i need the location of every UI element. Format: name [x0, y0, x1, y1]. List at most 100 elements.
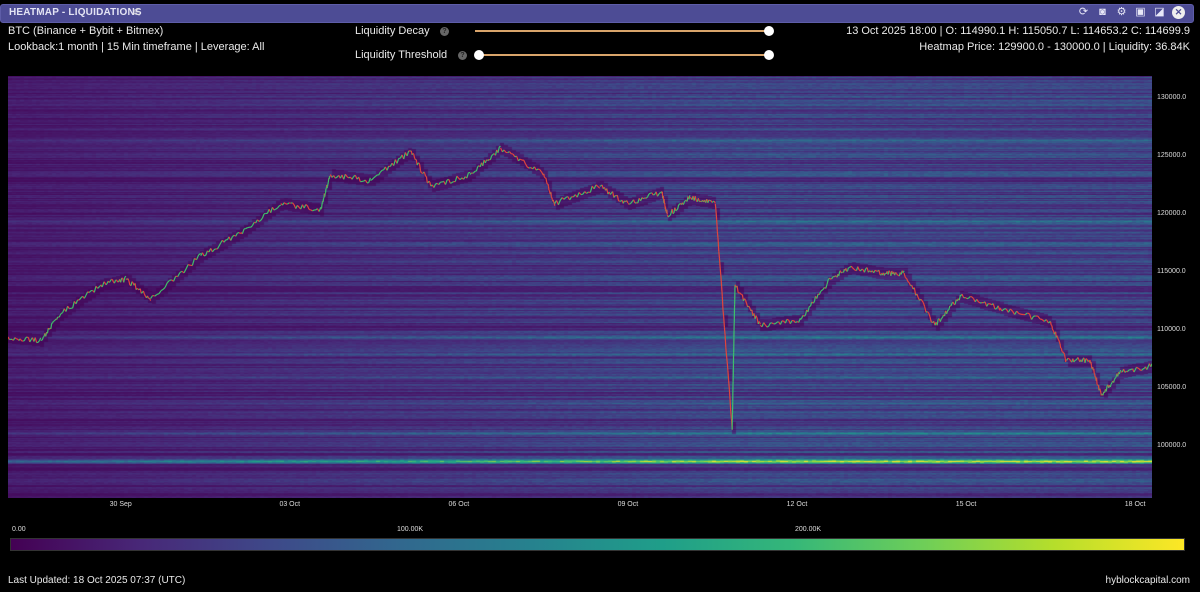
price-candle-segment: [1113, 379, 1116, 383]
help-icon[interactable]: ?: [440, 27, 449, 36]
save-icon[interactable]: ▣: [1134, 6, 1147, 19]
price-candle-segment: [1031, 315, 1035, 320]
price-candle-segment: [821, 288, 824, 291]
price-candle-segment: [1059, 343, 1062, 349]
price-candle-segment: [595, 184, 599, 187]
price-candle-segment: [857, 266, 860, 271]
price-candle-segment: [539, 169, 543, 173]
price-candle-segment: [1085, 358, 1088, 360]
price-candle-segment: [1016, 310, 1020, 314]
price-candle-segment: [213, 248, 217, 251]
price-candle-segment: [260, 217, 263, 221]
price-candle-segment: [160, 288, 164, 292]
price-candle-segment: [913, 287, 917, 296]
price-candle-segment: [725, 355, 728, 363]
price-candle-segment: [406, 150, 410, 157]
price-candle-segment: [1018, 313, 1022, 315]
price-candle-segment: [396, 158, 400, 164]
price-candle-segment: [651, 192, 654, 196]
camera-icon[interactable]: ◙: [1096, 6, 1109, 19]
price-candle-segment: [458, 177, 461, 181]
price-candle-segment: [83, 294, 87, 299]
price-candle-segment: [812, 301, 815, 304]
heatmap-plot[interactable]: [8, 76, 1152, 498]
liquidity-threshold-slider[interactable]: [474, 50, 774, 60]
price-candle-segment: [715, 210, 718, 220]
price-candle-segment: [196, 254, 200, 260]
price-candle-segment: [771, 322, 774, 325]
price-candle-segment: [966, 297, 969, 300]
refresh-icon[interactable]: ⟳: [1077, 6, 1090, 19]
y-tick-label: 130000.0: [1157, 94, 1187, 102]
price-candle-segment: [454, 175, 458, 182]
brand-link[interactable]: hyblockcapital.com: [1106, 575, 1190, 586]
price-candle-segment: [878, 269, 881, 276]
price-candle-segment: [739, 292, 742, 295]
price-candle-segment: [1109, 383, 1112, 388]
price-candle-segment: [1077, 357, 1080, 360]
price-candle-segment: [561, 197, 565, 200]
price-candle-segment: [668, 214, 671, 217]
price-candle-segment: [127, 278, 130, 281]
expand-icon[interactable]: ◪: [1153, 6, 1166, 19]
price-candle-segment: [986, 303, 989, 307]
price-candle-segment: [895, 272, 897, 274]
liquidity-decay-slider[interactable]: [475, 26, 774, 36]
price-candle-segment: [512, 153, 516, 158]
price-candle-segment: [671, 208, 674, 214]
price-candle-segment: [97, 286, 100, 289]
price-candle-segment: [525, 163, 528, 168]
slider-handle-min[interactable]: [474, 50, 484, 60]
price-candle-segment: [714, 203, 717, 211]
price-candle-segment: [466, 172, 470, 179]
price-candle-segment: [162, 286, 166, 290]
price-candle-segment: [306, 205, 310, 210]
price-candle-segment: [173, 276, 177, 282]
price-candle-segment: [34, 337, 38, 343]
price-candle-segment: [720, 286, 723, 297]
price-candle-segment: [358, 176, 361, 182]
price-candle-segment: [1037, 315, 1041, 320]
close-icon[interactable]: ✕: [1172, 6, 1185, 19]
price-candle-segment: [232, 234, 235, 238]
price-candle-segment: [205, 250, 208, 256]
price-candle-segment: [1063, 354, 1066, 359]
slider-handle-max[interactable]: [764, 50, 774, 60]
price-candle-segment: [241, 228, 245, 234]
colorbar: [10, 538, 1185, 551]
filter-icon[interactable]: ⚟: [132, 6, 142, 19]
price-candle-segment: [798, 317, 801, 323]
price-candle-segment: [820, 289, 823, 292]
price-candle-segment: [287, 202, 290, 205]
price-candle-segment: [722, 310, 725, 317]
price-candle-segment: [56, 316, 59, 320]
slider-handle[interactable]: [764, 26, 774, 36]
price-candle-segment: [120, 277, 123, 283]
price-candle-segment: [271, 206, 275, 211]
price-candle-segment: [1027, 312, 1030, 315]
price-candle-segment: [14, 337, 17, 340]
price-candle-segment: [683, 200, 686, 203]
colorbar-tick: 200.00K: [795, 526, 822, 533]
price-candle-segment: [101, 284, 104, 288]
price-overlay: [8, 145, 1152, 430]
x-tick-label: 18 Oct: [1124, 501, 1146, 508]
help-icon[interactable]: ?: [458, 51, 467, 60]
price-candle-segment: [723, 327, 726, 336]
price-candle-segment: [238, 232, 242, 235]
price-candle-segment: [713, 200, 716, 204]
price-candle-segment: [1129, 368, 1132, 371]
price-candle-segment: [835, 275, 837, 277]
price-candle-segment: [416, 162, 419, 166]
price-candle-segment: [1138, 368, 1141, 371]
price-candle-segment: [364, 179, 368, 184]
price-candle-segment: [312, 209, 315, 212]
price-candle-segment: [1051, 325, 1054, 330]
gear-icon[interactable]: ⚙: [1115, 6, 1128, 19]
price-candle-segment: [1056, 335, 1059, 338]
price-candle-segment: [1105, 385, 1108, 392]
price-candle-segment: [764, 324, 768, 328]
price-candle-segment: [78, 297, 82, 301]
price-candle-segment: [818, 291, 822, 295]
price-candle-segment: [296, 204, 300, 208]
